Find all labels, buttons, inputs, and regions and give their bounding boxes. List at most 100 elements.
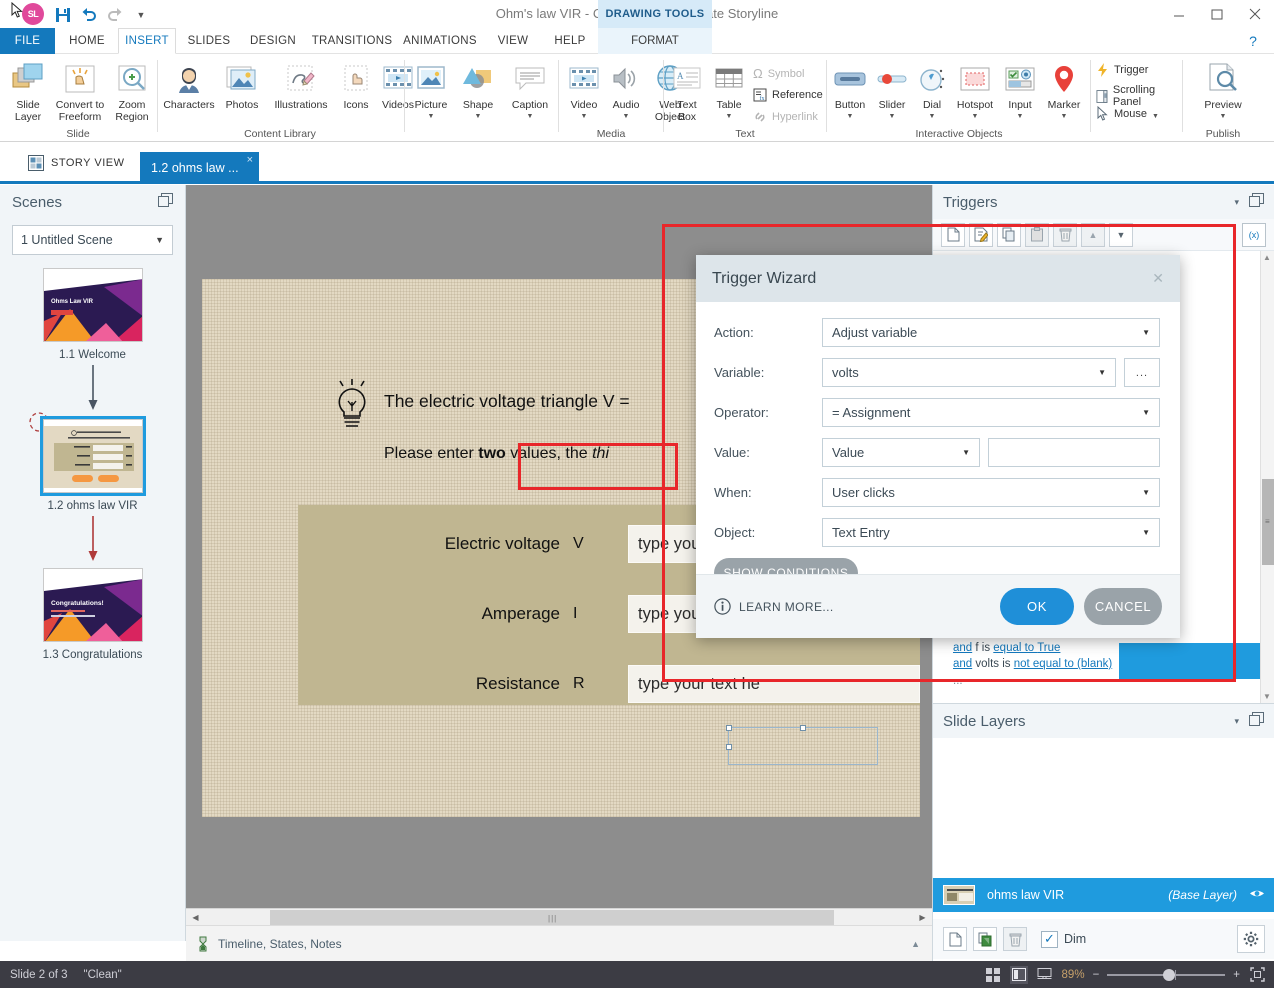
- chevron-down-icon[interactable]: ▼: [406, 113, 456, 120]
- trigger-condition-line-2[interactable]: and f is equal to True: [953, 642, 1060, 654]
- chevron-down-icon[interactable]: ▼: [604, 113, 648, 120]
- quick-access-toolbar[interactable]: ▼: [50, 5, 154, 25]
- object-select[interactable]: Text Entry ▼: [822, 518, 1160, 547]
- ribbon-photos-button[interactable]: Photos: [218, 58, 266, 112]
- chevron-down-icon[interactable]: ▾: [1234, 197, 1239, 208]
- ribbon-input-button[interactable]: Input ▼: [998, 58, 1042, 120]
- close-icon[interactable]: ×: [247, 154, 253, 166]
- dialog-field-object[interactable]: Object: Text Entry ▼: [714, 518, 1162, 547]
- slide-layers-panel[interactable]: Slide Layers ▾ ohms law VIR (Base Layer)…: [932, 703, 1274, 961]
- ribbon-picture-button[interactable]: Picture ▼: [406, 58, 456, 120]
- scene-slide-item-3[interactable]: Congratulations! 1.3 Congratulations: [0, 568, 185, 661]
- trigger-condition-line-3[interactable]: and volts is not equal to (blank): [953, 658, 1112, 670]
- zoom-in-button[interactable]: +: [1233, 969, 1240, 981]
- ribbon-video-button[interactable]: Video ▼: [562, 58, 606, 120]
- chevron-down-icon[interactable]: ▼: [950, 113, 1000, 120]
- copy-trigger-button[interactable]: [997, 222, 1021, 247]
- scroll-thumb[interactable]: ≡: [1262, 479, 1274, 565]
- chevron-down-icon[interactable]: ▼: [1040, 113, 1088, 120]
- ribbon-reference-button[interactable]: fx Reference: [753, 88, 823, 102]
- ribbon-zoom-region-button[interactable]: Zoom Region: [104, 58, 160, 123]
- scroll-down-button[interactable]: ▼: [1263, 692, 1271, 701]
- gear-icon[interactable]: [1237, 925, 1265, 953]
- scroll-left-button[interactable]: ◀: [187, 910, 204, 925]
- minimize-button[interactable]: [1160, 0, 1198, 28]
- ribbon-trigger-button[interactable]: Trigger: [1096, 62, 1148, 78]
- cond-link[interactable]: and: [953, 642, 972, 654]
- maximize-button[interactable]: [1198, 0, 1236, 28]
- menu-tab-view[interactable]: VIEW: [488, 28, 538, 54]
- chevron-down-icon[interactable]: ▼: [707, 113, 751, 120]
- ribbon-slider-button[interactable]: Slider ▼: [870, 58, 914, 120]
- panel-collapse-icon[interactable]: [1249, 192, 1264, 212]
- ribbon-marker-button[interactable]: Marker ▼: [1040, 58, 1088, 120]
- menu-tab-file[interactable]: FILE: [0, 28, 55, 54]
- scene-slide-item-2[interactable]: 1.2 ohms law VIR: [0, 412, 185, 562]
- cond-link[interactable]: and: [953, 658, 972, 670]
- ribbon[interactable]: Slide Layer Convert to Freeform Zoom Reg…: [0, 54, 1274, 142]
- chevron-down-icon[interactable]: ▼: [912, 113, 952, 120]
- zoom-controls[interactable]: 89% − +: [984, 961, 1266, 988]
- ribbon-icons-button[interactable]: Icons: [336, 58, 376, 112]
- close-icon[interactable]: ✕: [1152, 270, 1164, 287]
- ribbon-mouse-button[interactable]: Mouse ▼: [1096, 106, 1159, 122]
- resize-handle-n[interactable]: [800, 725, 806, 731]
- scene-selector-dropdown[interactable]: 1 Untitled Scene ▼: [12, 225, 173, 255]
- slide-master-view-icon[interactable]: [1036, 966, 1054, 984]
- paste-trigger-button[interactable]: [1025, 222, 1049, 247]
- zoom-slider-handle[interactable]: [1163, 968, 1176, 981]
- variable-select[interactable]: volts ▼: [822, 358, 1116, 387]
- delete-trigger-button[interactable]: [1053, 222, 1077, 247]
- ribbon-slide-layer-button[interactable]: Slide Layer: [0, 58, 56, 123]
- move-trigger-up-button[interactable]: ▲: [1081, 222, 1105, 247]
- chevron-down-icon[interactable]: ▼: [454, 113, 502, 120]
- redo-icon[interactable]: [102, 5, 128, 25]
- open-slide-tab[interactable]: 1.2 ohms law ... ×: [140, 152, 259, 184]
- scroll-right-button[interactable]: ▶: [914, 910, 931, 925]
- learn-more-link[interactable]: LEARN MORE...: [714, 598, 834, 615]
- zoom-out-button[interactable]: −: [1093, 969, 1100, 981]
- selection-box[interactable]: [726, 725, 878, 765]
- story-view-icon[interactable]: [984, 966, 1002, 984]
- chevron-down-icon[interactable]: ▼: [870, 113, 914, 120]
- scenes-panel[interactable]: Scenes 1 Untitled Scene ▼ Ohms Law VIR 1…: [0, 185, 186, 941]
- ribbon-text-box-button[interactable]: A Text Box: [665, 58, 709, 123]
- action-select[interactable]: Adjust variable ▼: [822, 318, 1160, 347]
- slide-thumbnail[interactable]: Congratulations!: [42, 568, 143, 642]
- ribbon-hyperlink-button[interactable]: Hyperlink: [753, 110, 818, 124]
- dialog-field-action[interactable]: Action: Adjust variable ▼: [714, 318, 1162, 347]
- cond-link[interactable]: (blank): [1077, 658, 1112, 670]
- dialog-field-value[interactable]: Value: Value ▼: [714, 438, 1162, 467]
- resize-handle-nw[interactable]: [726, 725, 732, 731]
- chevron-down-icon[interactable]: ▼: [828, 113, 872, 120]
- chevron-down-icon[interactable]: ▼: [998, 113, 1042, 120]
- duplicate-layer-button[interactable]: [973, 927, 997, 951]
- close-button[interactable]: [1236, 0, 1274, 28]
- ribbon-dial-button[interactable]: Dial ▼: [912, 58, 952, 120]
- new-trigger-button[interactable]: [941, 222, 965, 247]
- scene-slide-item-1[interactable]: Ohms Law VIR 1.1 Welcome: [0, 268, 185, 411]
- ribbon-caption-button[interactable]: Caption ▼: [502, 58, 558, 120]
- menu-tab-insert[interactable]: INSERT: [118, 28, 176, 54]
- ribbon-preview-button[interactable]: Preview ▼: [1194, 58, 1252, 120]
- ribbon-scrolling-panel-button[interactable]: Scrolling Panel: [1096, 84, 1180, 108]
- ribbon-table-button[interactable]: Table ▼: [707, 58, 751, 120]
- chevron-down-icon[interactable]: ▼: [502, 113, 558, 120]
- ribbon-characters-button[interactable]: Characters: [158, 58, 220, 112]
- edit-trigger-button[interactable]: [969, 222, 993, 247]
- save-icon[interactable]: [50, 5, 76, 25]
- menu-tab-home[interactable]: HOME: [62, 28, 112, 54]
- timeline-bar[interactable]: Timeline, States, Notes ▲: [186, 925, 932, 961]
- new-layer-button[interactable]: [943, 927, 967, 951]
- eye-visible-icon[interactable]: [1249, 888, 1265, 902]
- panel-collapse-icon[interactable]: [1249, 711, 1264, 731]
- slide-layers-toolbar[interactable]: ✓ Dim: [933, 919, 1274, 959]
- slide-row-resistance[interactable]: Resistance R type your text he: [298, 663, 920, 705]
- text-entry-resistance[interactable]: type your text he: [628, 665, 920, 703]
- delete-layer-button[interactable]: [1003, 927, 1027, 951]
- help-icon[interactable]: ?: [1240, 28, 1266, 54]
- fit-to-window-icon[interactable]: [1248, 966, 1266, 984]
- undo-icon[interactable]: [76, 5, 102, 25]
- cond-link[interactable]: True: [1037, 642, 1060, 654]
- menu-tab-help[interactable]: HELP: [546, 28, 594, 54]
